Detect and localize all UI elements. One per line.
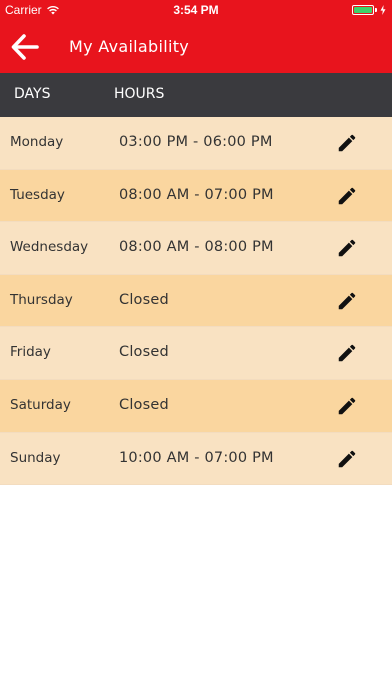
edit-pencil-icon[interactable] [336,290,358,312]
arrow-left-icon [11,34,39,60]
day-label: Thursday [10,291,73,308]
battery-tip [375,8,377,12]
back-button[interactable] [10,32,40,62]
status-bar: Carrier 3:54 PM [0,0,392,20]
day-label: Monday [10,134,64,150]
status-right [352,5,386,15]
edit-pencil-icon[interactable] [336,395,358,417]
edit-pencil-icon[interactable] [336,342,358,364]
hours-value: Closed [119,344,169,361]
hours-value: 08:00 AM - 08:00 PM [119,239,274,256]
edit-pencil-icon[interactable] [336,448,358,470]
edit-pencil-icon[interactable] [336,185,358,207]
hours-value: 10:00 AM - 07:00 PM [119,449,274,466]
days-column-header: DAYS [14,86,51,102]
availability-row-wednesday: Wednesday 08:00 AM - 08:00 PM [0,222,392,275]
table-header: DAYS HOURS [0,73,392,117]
hours-value: Closed [119,291,169,308]
day-label: Wednesday [10,239,89,256]
hours-value: 03:00 PM - 06:00 PM [119,134,273,150]
status-time: 3:54 PM [173,3,219,17]
availability-row-thursday: Thursday Closed [0,274,392,328]
hours-value: 08:00 AM - 07:00 PM [119,186,274,203]
day-label: Friday [10,344,51,361]
day-label: Tuesday [10,186,65,203]
battery-icon [352,5,374,15]
availability-row-friday: Friday Closed [0,327,392,380]
page-title: My Availability [69,37,190,56]
charging-bolt-icon [380,5,386,15]
availability-row-sunday: Sunday 10:00 AM - 07:00 PM [0,432,392,486]
edit-pencil-icon[interactable] [336,237,358,259]
day-label: Sunday [10,449,61,466]
availability-row-saturday: Saturday Closed [0,379,392,433]
edit-pencil-icon[interactable] [336,132,358,154]
availability-row-monday: Monday 03:00 PM - 06:00 PM [0,117,392,170]
hours-column-header: HOURS [114,86,165,102]
hours-value: Closed [119,396,169,413]
app-bar: My Availability [0,20,392,73]
availability-row-tuesday: Tuesday 08:00 AM - 07:00 PM [0,169,392,223]
day-label: Saturday [10,396,71,413]
availability-list: Monday 03:00 PM - 06:00 PM Tuesday 08:00… [0,117,392,486]
